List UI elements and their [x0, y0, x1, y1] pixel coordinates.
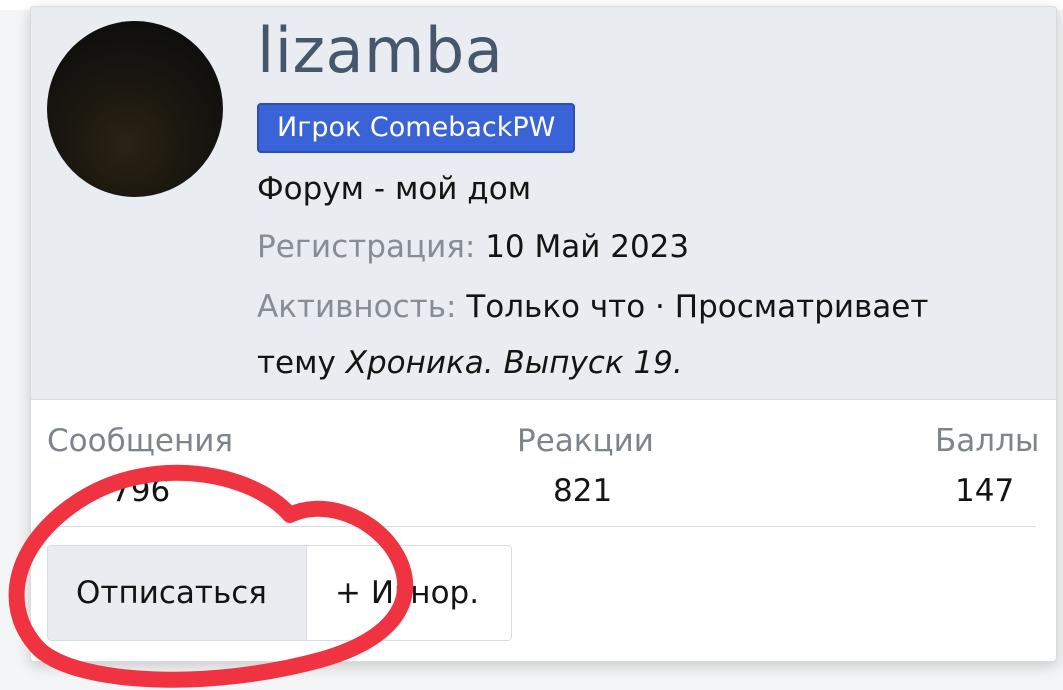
registration-date: 10 Май 2023: [485, 229, 690, 265]
stat-reactions-label: Реакции: [517, 423, 654, 459]
stats-divider: [47, 526, 1036, 527]
avatar[interactable]: [47, 21, 223, 197]
member-tooltip-card: lizamba Игрок ComebackPW Форум - мой дом…: [30, 6, 1057, 662]
profile-header: lizamba Игрок ComebackPW Форум - мой дом…: [31, 7, 1056, 400]
username-link[interactable]: lizamba: [257, 11, 503, 91]
unfollow-button[interactable]: Отписаться: [48, 546, 307, 640]
stat-messages-label: Сообщения: [47, 423, 234, 459]
registration-line: Регистрация: 10 Май 2023: [257, 219, 689, 275]
registration-label: Регистрация:: [257, 229, 476, 265]
stat-points-label: Баллы: [935, 423, 1040, 459]
activity-label: Активность:: [257, 289, 457, 325]
stat-reactions-value[interactable]: 821: [553, 471, 612, 511]
ignore-button[interactable]: + Игнор.: [307, 546, 511, 640]
activity-line: Активность: Только что · Просматривает т…: [257, 279, 1017, 391]
role-badge: Игрок ComebackPW: [257, 103, 576, 153]
action-button-group: Отписаться + Игнор.: [47, 545, 512, 641]
user-title: Форум - мой дом: [257, 171, 532, 207]
stat-points-value[interactable]: 147: [955, 471, 1014, 511]
stat-messages-value[interactable]: 796: [111, 471, 170, 511]
activity-thread-link[interactable]: Хроника. Выпуск 19.: [346, 345, 683, 381]
